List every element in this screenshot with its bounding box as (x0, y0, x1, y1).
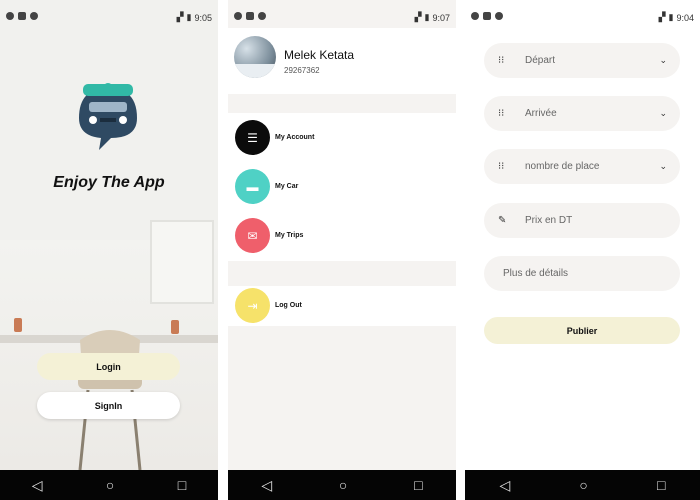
battery-icon: ▮ (668, 12, 674, 22)
arrivee-placeholder: Arrivée (525, 108, 557, 119)
price-tag-icon: ✎ (498, 215, 507, 226)
places-placeholder: nombre de place (525, 161, 600, 172)
home-icon[interactable]: ○ (106, 477, 114, 493)
details-placeholder: Plus de détails (503, 268, 569, 279)
logout-icon: ⇥ (235, 288, 270, 323)
publish-button[interactable]: Publier (484, 317, 680, 344)
sd-card-icon (483, 12, 491, 20)
user-phone: 29267362 (284, 66, 320, 75)
menu-section: ☰ My Account ▬ My Car ✉ My Trips (228, 113, 456, 261)
menu-item-label: My Trips (275, 232, 304, 239)
login-button-label: Login (96, 361, 121, 372)
grid-icon: ⁝⁝ (498, 161, 505, 172)
list-icon: ☰ (235, 120, 270, 155)
arrivee-select[interactable]: ⁝⁝ Arrivée ⌄ (484, 96, 680, 131)
plant-pot-decoration (171, 320, 179, 334)
status-bar: ▞ ▮ 9:05 (0, 10, 218, 26)
signal-icon: ▞ (658, 12, 666, 22)
car-icon: ▬ (235, 169, 270, 204)
menu-item-my-car[interactable]: ▬ My Car (235, 169, 298, 204)
status-bar: ▞ ▮ 9:04 (465, 10, 700, 26)
menu-item-label: My Car (275, 183, 299, 190)
user-name: Melek Ketata (284, 48, 355, 62)
menu-item-my-trips[interactable]: ✉ My Trips (235, 218, 303, 253)
menu-item-log-out[interactable]: ⇥ Log Out (235, 288, 302, 323)
settings-icon (258, 12, 266, 20)
menu-item-label: My Account (275, 134, 315, 141)
menu-item-my-account[interactable]: ☰ My Account (235, 120, 314, 155)
signin-button[interactable]: SignIn (37, 392, 180, 419)
tagline: Enjoy The App (53, 174, 165, 191)
settings-icon (495, 12, 503, 20)
settings-icon (30, 12, 38, 20)
chevron-down-icon: ⌄ (659, 55, 667, 65)
home-icon[interactable]: ○ (339, 477, 347, 493)
android-nav-bar: ◁ ○ □ (0, 470, 218, 500)
back-icon[interactable]: ◁ (32, 477, 43, 494)
places-select[interactable]: ⁝⁝ nombre de place ⌄ (484, 149, 680, 184)
signal-icon: ▞ (414, 12, 422, 22)
publish-screen: ▞ ▮ 9:04 ⁝⁝ Départ ⌄ ⁝⁝ Arrivée ⌄ ⁝⁝ nom… (465, 0, 700, 500)
battery-icon: ▮ (424, 12, 430, 22)
profile-header[interactable]: Melek Ketata 29267362 (228, 28, 456, 94)
recents-icon[interactable]: □ (178, 477, 186, 493)
notification-icon (6, 12, 14, 20)
sd-card-icon (246, 12, 254, 20)
depart-placeholder: Départ (525, 55, 556, 66)
price-input[interactable]: ✎ Prix en DT (484, 203, 680, 238)
android-nav-bar: ◁ ○ □ (465, 470, 700, 500)
android-nav-bar: ◁ ○ □ (228, 470, 456, 500)
chevron-down-icon: ⌄ (659, 161, 667, 171)
back-icon[interactable]: ◁ (261, 477, 272, 494)
sd-card-icon (18, 12, 26, 20)
notification-icon (234, 12, 242, 20)
status-time: 9:04 (676, 12, 694, 23)
welcome-screen: ▞ ▮ 9:05 Enjoy The App Login SignIn ◁ ○ … (0, 0, 218, 500)
mail-icon: ✉ (235, 218, 270, 253)
app-logo-icon (79, 83, 137, 150)
status-time: 9:07 (432, 12, 450, 23)
menu-screen: ▞ ▮ 9:07 Melek Ketata 29267362 ☰ My Acco… (228, 0, 456, 500)
grid-icon: ⁝⁝ (498, 108, 505, 119)
recents-icon[interactable]: □ (414, 477, 422, 493)
publish-button-label: Publier (566, 325, 598, 336)
recents-icon[interactable]: □ (657, 477, 665, 493)
home-icon[interactable]: ○ (579, 477, 587, 493)
logout-section: ⇥ Log Out (228, 286, 456, 326)
signal-icon: ▞ (176, 12, 184, 22)
back-icon[interactable]: ◁ (500, 477, 511, 494)
price-placeholder: Prix en DT (525, 215, 573, 226)
status-bar: ▞ ▮ 9:07 (228, 10, 456, 26)
details-input[interactable]: Plus de détails (484, 256, 680, 291)
notification-icon (471, 12, 479, 20)
battery-icon: ▮ (186, 12, 192, 22)
menu-item-label: Log Out (275, 302, 302, 309)
grid-icon: ⁝⁝ (498, 55, 505, 66)
chevron-down-icon: ⌄ (659, 108, 667, 118)
plant-pot-decoration (14, 318, 22, 332)
depart-select[interactable]: ⁝⁝ Départ ⌄ (484, 43, 680, 78)
status-time: 9:05 (194, 12, 212, 23)
login-button[interactable]: Login (37, 353, 180, 380)
avatar[interactable] (234, 36, 276, 78)
wall-frame-decoration (150, 220, 214, 304)
signin-button-label: SignIn (94, 400, 123, 411)
